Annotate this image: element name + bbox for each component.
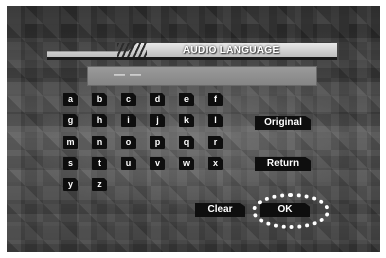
focus-highlight [252,193,330,229]
key-c[interactable]: c [121,93,136,106]
key-b[interactable]: b [92,93,107,106]
key-u[interactable]: u [121,157,136,170]
key-n[interactable]: n [92,136,107,149]
key-v[interactable]: v [150,157,165,170]
header-shadow [47,57,337,60]
return-button[interactable]: Return [255,157,311,171]
key-d[interactable]: d [150,93,165,106]
key-g[interactable]: g [63,114,78,127]
key-x[interactable]: x [208,157,223,170]
key-m[interactable]: m [63,136,78,149]
key-o[interactable]: o [121,136,136,149]
original-button[interactable]: Original [255,116,311,130]
clear-button[interactable]: Clear [195,203,245,217]
tv-screen: AUDIO LANGUAGE — — a b c d e f g h i j k… [7,6,380,252]
key-w[interactable]: w [179,157,194,170]
key-t[interactable]: t [92,157,107,170]
language-code-field[interactable]: — — [87,66,317,86]
key-i[interactable]: i [121,114,136,127]
key-l[interactable]: l [208,114,223,127]
header-stripes [117,43,147,57]
key-j[interactable]: j [150,114,165,127]
key-y[interactable]: y [63,178,78,191]
key-r[interactable]: r [208,136,223,149]
key-k[interactable]: k [179,114,194,127]
key-a[interactable]: a [63,93,78,106]
key-h[interactable]: h [92,114,107,127]
key-f[interactable]: f [208,93,223,106]
key-z[interactable]: z [92,178,107,191]
key-p[interactable]: p [150,136,165,149]
key-q[interactable]: q [179,136,194,149]
screen-title: AUDIO LANGUAGE [183,45,280,56]
key-e[interactable]: e [179,93,194,106]
key-s[interactable]: s [63,157,78,170]
